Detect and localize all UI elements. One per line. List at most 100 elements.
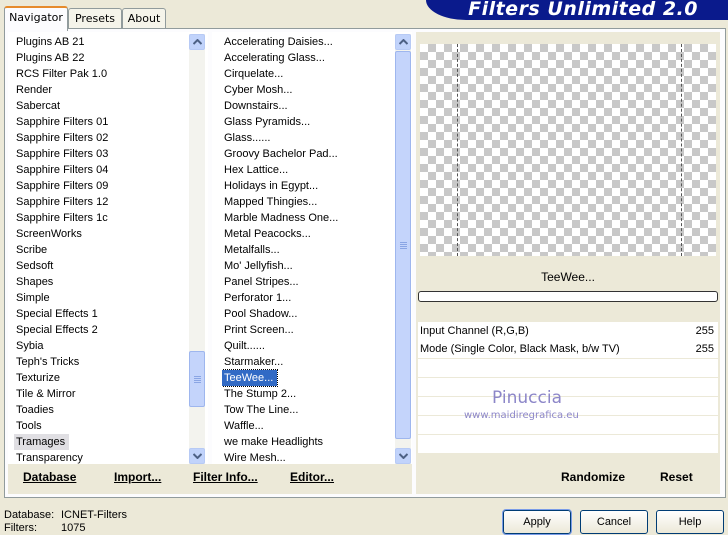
- apply-button[interactable]: Apply: [502, 509, 572, 535]
- list-item[interactable]: Downstairs...: [222, 100, 288, 112]
- editor-button[interactable]: Editor...: [290, 470, 334, 484]
- param-row[interactable]: [418, 378, 718, 396]
- scroll-thumb[interactable]: [189, 351, 205, 407]
- list-item[interactable]: The Stump 2...: [222, 388, 296, 400]
- scroll-thumb[interactable]: [395, 51, 411, 439]
- category-scrollbar[interactable]: [189, 34, 205, 464]
- scroll-down-button[interactable]: [189, 448, 205, 464]
- list-item[interactable]: Tile & Mirror: [14, 388, 75, 400]
- list-item[interactable]: Sabercat: [14, 100, 60, 112]
- param-row[interactable]: Mode (Single Color, Black Mask, b/w TV) …: [418, 340, 718, 358]
- scroll-up-button[interactable]: [395, 34, 411, 50]
- list-item[interactable]: Tools: [14, 420, 42, 432]
- preview-image[interactable]: [420, 44, 716, 256]
- list-item[interactable]: Groovy Bachelor Pad...: [222, 148, 338, 160]
- tab-about[interactable]: About: [122, 8, 166, 29]
- list-item[interactable]: Shapes: [14, 276, 53, 288]
- preview-line: [457, 44, 458, 256]
- title-banner: Filters Unlimited 2.0: [426, 0, 728, 20]
- list-item[interactable]: Accelerating Glass...: [222, 52, 325, 64]
- filters-count-label: Filters:: [4, 522, 37, 534]
- list-item[interactable]: Glass......: [222, 132, 270, 144]
- list-item[interactable]: Render: [14, 84, 52, 96]
- scroll-down-button[interactable]: [395, 448, 411, 464]
- list-item[interactable]: Pool Shadow...: [222, 308, 297, 320]
- progress-bar: [418, 291, 718, 302]
- chevron-up-icon: [192, 39, 202, 45]
- database-status-label: Database:: [4, 509, 55, 521]
- list-item[interactable]: TeeWee...: [222, 369, 279, 387]
- list-item[interactable]: RCS Filter Pak 1.0: [14, 68, 107, 80]
- list-item[interactable]: Holidays in Egypt...: [222, 180, 318, 192]
- category-list[interactable]: Plugins AB 21 Plugins AB 22 RCS Filter Pak…: [14, 34, 188, 466]
- list-item[interactable]: Glass Pyramids...: [222, 116, 310, 128]
- help-button[interactable]: Help: [656, 510, 724, 534]
- list-item[interactable]: Simple: [14, 292, 50, 304]
- list-item[interactable]: Tow The Line...: [222, 404, 298, 416]
- list-item[interactable]: Accelerating Daisies...: [222, 36, 333, 48]
- cancel-button[interactable]: Cancel: [580, 510, 648, 534]
- list-item[interactable]: Plugins AB 21: [14, 36, 85, 48]
- param-row[interactable]: [418, 435, 718, 453]
- filter-list[interactable]: Accelerating Daisies... Accelerating Glas…: [222, 34, 394, 466]
- database-button[interactable]: Database: [23, 470, 76, 484]
- list-item[interactable]: Teph's Tricks: [14, 356, 79, 368]
- left-bottom-bar: Database Import... Filter Info... Editor…: [8, 464, 412, 494]
- list-item[interactable]: Sedsoft: [14, 260, 53, 272]
- app-title: Filters Unlimited 2.0: [468, 0, 698, 20]
- tab-navigator[interactable]: Navigator: [4, 6, 68, 31]
- list-item[interactable]: Print Screen...: [222, 324, 294, 336]
- list-item[interactable]: Marble Madness One...: [222, 212, 338, 224]
- scroll-up-button[interactable]: [189, 34, 205, 50]
- preview-line: [681, 44, 682, 256]
- list-item[interactable]: Sapphire Filters 01: [14, 116, 108, 128]
- right-bottom-bar: Randomize Reset: [416, 464, 720, 494]
- list-item[interactable]: Hex Lattice...: [222, 164, 288, 176]
- list-item[interactable]: Metal Peacocks...: [222, 228, 311, 240]
- list-item[interactable]: Sapphire Filters 02: [14, 132, 108, 144]
- tab-presets[interactable]: Presets: [68, 8, 122, 29]
- filter-info-button[interactable]: Filter Info...: [193, 470, 258, 484]
- list-item[interactable]: Sapphire Filters 12: [14, 196, 108, 208]
- chevron-down-icon: [192, 453, 202, 459]
- list-item[interactable]: Sapphire Filters 03: [14, 148, 108, 160]
- list-item[interactable]: Wire Mesh...: [222, 452, 286, 464]
- database-status-value: ICNET-Filters: [61, 509, 127, 521]
- filters-count-value: 1075: [61, 522, 86, 534]
- param-row[interactable]: Input Channel (R,G,B) 255: [418, 322, 718, 340]
- param-row[interactable]: [418, 359, 718, 377]
- param-value: 255: [695, 343, 714, 355]
- list-item[interactable]: Waffle...: [222, 420, 264, 432]
- reset-button[interactable]: Reset: [660, 470, 693, 484]
- randomize-button[interactable]: Randomize: [561, 470, 625, 484]
- list-item[interactable]: Transparency: [14, 452, 83, 464]
- list-item[interactable]: Sapphire Filters 1c: [14, 212, 108, 224]
- import-button[interactable]: Import...: [114, 470, 161, 484]
- watermark-name: Pinuccia: [492, 388, 562, 408]
- list-item[interactable]: we make Headlights: [222, 436, 323, 448]
- param-label: Mode (Single Color, Black Mask, b/w TV): [420, 343, 620, 355]
- list-item[interactable]: Sybia: [14, 340, 44, 352]
- param-label: Input Channel (R,G,B): [420, 325, 529, 337]
- list-item[interactable]: Perforator 1...: [222, 292, 291, 304]
- list-item[interactable]: Plugins AB 22: [14, 52, 85, 64]
- list-item[interactable]: Texturize: [14, 372, 60, 384]
- list-item[interactable]: Metalfalls...: [222, 244, 280, 256]
- list-item[interactable]: Special Effects 2: [14, 324, 98, 336]
- list-item[interactable]: Toadies: [14, 404, 54, 416]
- list-item[interactable]: Sapphire Filters 09: [14, 180, 108, 192]
- list-item[interactable]: Starmaker...: [222, 356, 283, 368]
- list-item[interactable]: Special Effects 1: [14, 308, 98, 320]
- list-item[interactable]: Scribe: [14, 244, 47, 256]
- param-value: 255: [695, 325, 714, 337]
- list-item[interactable]: Quilt......: [222, 340, 265, 352]
- list-item[interactable]: Cyber Mosh...: [222, 84, 292, 96]
- list-item[interactable]: Sapphire Filters 04: [14, 164, 108, 176]
- list-item[interactable]: Tramages: [14, 434, 70, 450]
- list-item[interactable]: Mo' Jellyfish...: [222, 260, 293, 272]
- filter-scrollbar[interactable]: [395, 34, 411, 464]
- list-item[interactable]: Cirquelate...: [222, 68, 283, 80]
- list-item[interactable]: ScreenWorks: [14, 228, 82, 240]
- list-item[interactable]: Mapped Thingies...: [222, 196, 317, 208]
- list-item[interactable]: Panel Stripes...: [222, 276, 299, 288]
